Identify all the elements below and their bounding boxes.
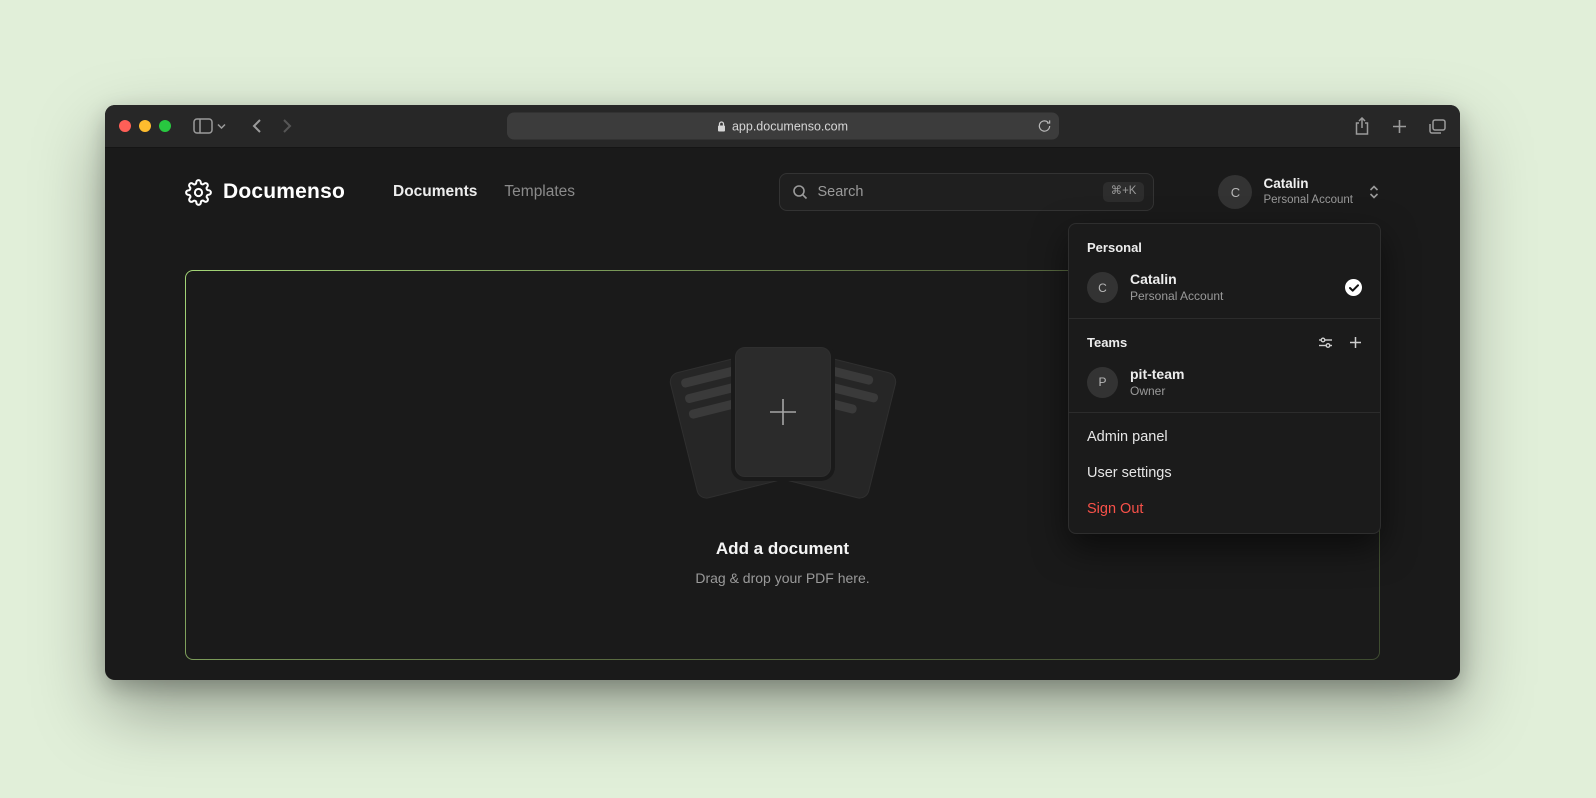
menu-item-team[interactable]: P pit-team Owner: [1075, 359, 1374, 407]
new-tab-icon[interactable]: [1392, 119, 1407, 134]
teams-section-label: Teams: [1075, 325, 1374, 359]
traffic-lights: [119, 120, 171, 132]
reload-icon[interactable]: [1038, 120, 1051, 133]
personal-section-label: Personal: [1075, 230, 1374, 264]
create-team-plus-icon[interactable]: [1333, 336, 1362, 349]
account-avatar: C: [1218, 175, 1252, 209]
brand-name: Documenso: [223, 180, 345, 204]
documenso-gear-icon: [185, 179, 212, 206]
manage-teams-icon[interactable]: [1302, 336, 1333, 349]
menu-divider: [1069, 318, 1380, 319]
menu-item-user-settings[interactable]: User settings: [1075, 455, 1374, 491]
tab-overview-icon[interactable]: [1429, 119, 1446, 134]
account-dropdown-menu: Personal C Catalin Personal Account Team…: [1068, 223, 1381, 534]
menu-divider: [1069, 412, 1380, 413]
address-bar[interactable]: app.documenso.com: [507, 113, 1059, 140]
documents-illustration: [668, 345, 898, 513]
search-shortcut-badge: ⌘+K: [1103, 182, 1145, 202]
url-text: app.documenso.com: [732, 119, 848, 133]
personal-avatar: C: [1087, 272, 1118, 303]
search-bar[interactable]: ⌘+K: [779, 173, 1154, 211]
dropzone-title: Add a document: [716, 539, 849, 559]
selected-check-icon: [1345, 279, 1362, 296]
menu-item-sign-out[interactable]: Sign Out: [1075, 491, 1374, 527]
add-document-plus-icon: [764, 393, 802, 431]
menu-item-personal-account[interactable]: C Catalin Personal Account: [1075, 264, 1374, 312]
back-button[interactable]: [252, 118, 262, 134]
personal-type: Personal Account: [1130, 290, 1333, 303]
close-window-button[interactable]: [119, 120, 131, 132]
search-input[interactable]: [817, 184, 1093, 200]
menu-item-admin-panel[interactable]: Admin panel: [1075, 419, 1374, 455]
account-menu-button[interactable]: C Catalin Personal Account: [1218, 175, 1380, 209]
chevron-up-down-icon: [1368, 184, 1380, 200]
nav-item-templates[interactable]: Templates: [504, 183, 575, 201]
nav-item-documents[interactable]: Documents: [393, 183, 477, 201]
main-nav: Documents Templates: [393, 183, 575, 201]
forward-button[interactable]: [282, 118, 292, 134]
lock-icon: [717, 120, 726, 132]
documenso-logo[interactable]: Documenso: [185, 179, 345, 206]
personal-name: Catalin: [1130, 272, 1333, 287]
sidebar-chevron-down-icon[interactable]: [217, 123, 226, 129]
team-role: Owner: [1130, 385, 1362, 398]
team-name: pit-team: [1130, 367, 1362, 382]
illustration-card-center: [735, 347, 831, 477]
sidebar-toggle-icon[interactable]: [193, 118, 213, 134]
minimize-window-button[interactable]: [139, 120, 151, 132]
search-icon: [792, 184, 808, 200]
share-icon[interactable]: [1354, 117, 1370, 135]
team-avatar: P: [1087, 367, 1118, 398]
zoom-window-button[interactable]: [159, 120, 171, 132]
dropzone-subtitle: Drag & drop your PDF here.: [695, 570, 869, 586]
account-name: Catalin: [1263, 177, 1353, 192]
account-type: Personal Account: [1263, 194, 1353, 207]
browser-window: app.documenso.com: [105, 105, 1460, 680]
browser-toolbar: app.documenso.com: [105, 105, 1460, 148]
